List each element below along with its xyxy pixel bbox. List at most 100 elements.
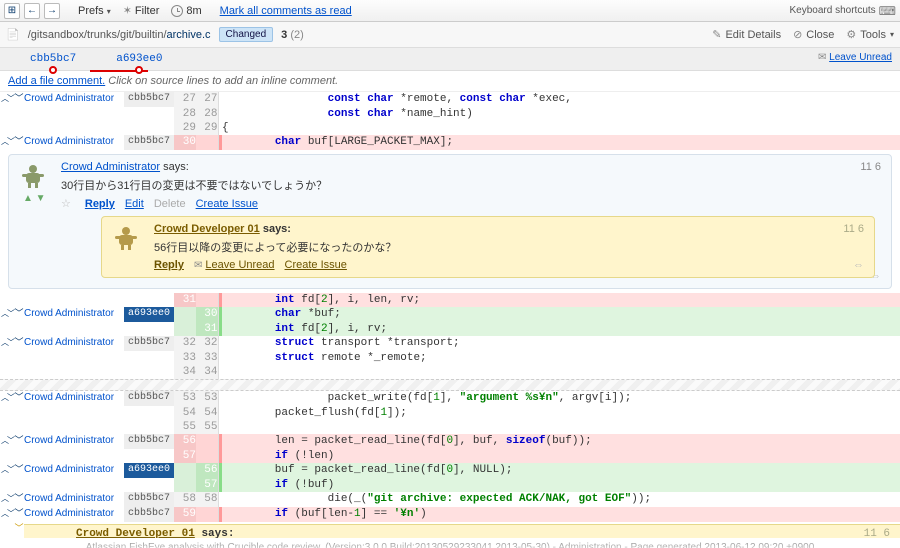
chevron-single-icon[interactable]: ﹀ — [14, 465, 23, 475]
code-row-deleted[interactable]: ︿﹀ ﹀ Crowd Administrator cbb5bc7 56 len … — [0, 434, 900, 449]
chevrons-icon[interactable]: ︿﹀ — [1, 495, 13, 504]
comment-line-ref: 11 6 — [860, 161, 881, 173]
comment-author-link[interactable]: Crowd Developer 01 — [76, 528, 195, 538]
code-row-added[interactable]: 31 int fd[2], i, rv; — [0, 322, 900, 336]
keyboard-icon — [879, 4, 896, 18]
code-row[interactable]: ︿﹀ ﹀ Crowd Administrator cbb5bc7 5353 pa… — [0, 391, 900, 406]
comment-author-link[interactable]: Crowd Developer 01 — [154, 223, 260, 235]
code-row[interactable]: ︿﹀ ﹀ Crowd Administrator cbb5bc7 3232 st… — [0, 336, 900, 351]
rev-badge: cbb5bc7 — [124, 135, 174, 150]
author-link[interactable]: Crowd Administrator — [24, 392, 114, 403]
collapsed-section[interactable] — [0, 379, 900, 391]
revision-right[interactable]: a693ee0 — [116, 53, 162, 65]
chevrons-icon[interactable]: ︿﹀ — [1, 339, 13, 348]
filter-menu[interactable]: Filter — [119, 4, 164, 17]
avatar-admin — [19, 161, 47, 189]
gear-icon — [846, 28, 856, 41]
next-button[interactable]: → — [44, 3, 60, 19]
code-row-deleted[interactable]: ︿﹀ ﹀ Crowd Administrator cbb5bc7 59 if (… — [0, 507, 900, 522]
chevrons-icon[interactable]: ︿﹀ — [1, 437, 13, 446]
clock-icon — [171, 5, 183, 17]
edit-link[interactable]: Edit — [125, 198, 144, 210]
close-link[interactable]: Close — [793, 28, 834, 41]
toolbar: ⊞ ← → Prefs Filter 8m Mark all comments … — [0, 0, 900, 22]
code-row[interactable]: ︿﹀ ﹀ Crowd Administrator cbb5bc7 27 27 c… — [0, 92, 900, 107]
file-path[interactable]: /gitsandbox/trunks/git/builtin/archive.c — [28, 29, 211, 41]
author-link[interactable]: Crowd Administrator — [24, 136, 114, 147]
code-row-deleted[interactable]: ︿﹀ ﹀ Crowd Administrator cbb5bc7 30 char… — [0, 135, 900, 150]
add-comment-prompt: Add a file comment. Click on source line… — [0, 71, 900, 92]
permalink-icon[interactable] — [853, 259, 864, 271]
reply-link[interactable]: Reply — [85, 198, 115, 210]
add-file-comment-link[interactable]: Add a file comment. — [8, 75, 105, 87]
comment-reply-block: 11 6 Crowd Developer 01 says: 56行目以降の変更に… — [101, 216, 875, 278]
pathbar: /gitsandbox/trunks/git/builtin/archive.c… — [0, 22, 900, 48]
tools-menu[interactable]: Tools ▾ — [846, 28, 894, 41]
code-row[interactable]: 5555 — [0, 420, 900, 434]
chevron-single-icon[interactable]: ﹀ — [14, 393, 23, 403]
chevron-single-icon[interactable]: ﹀ — [14, 137, 23, 147]
author-link[interactable]: Crowd Administrator — [24, 435, 114, 446]
rev-badge: a693ee0 — [124, 307, 174, 322]
chevron-single-icon[interactable]: ﹀ — [14, 338, 23, 348]
code-row-added[interactable]: ︿﹀ ﹀ Crowd Administrator a693ee0 30 char… — [0, 307, 900, 322]
code-row[interactable]: 2929 { — [0, 121, 900, 135]
chevron-single-icon[interactable]: ﹀ — [14, 436, 23, 446]
envelope-icon — [194, 259, 202, 271]
filter-icon — [123, 4, 132, 17]
create-issue-link[interactable]: Create Issue — [196, 198, 258, 210]
code-row-added[interactable]: 57 if (!buf) — [0, 478, 900, 492]
chevrons-icon[interactable]: ︿﹀ — [1, 510, 13, 519]
code-row-added[interactable]: ︿﹀ ﹀ Crowd Administrator a693ee0 56 buf … — [0, 463, 900, 478]
leave-unread-link[interactable]: Leave Unread — [194, 259, 275, 271]
chevrons-icon[interactable]: ︿﹀ — [1, 394, 13, 403]
chevrons-icon[interactable]: ︿﹀ — [1, 95, 13, 104]
create-issue-link[interactable]: Create Issue — [285, 259, 347, 271]
code-row[interactable]: 3434 — [0, 365, 900, 379]
code-row[interactable]: 2828 const char *name_hint) — [0, 107, 900, 121]
prev-button[interactable]: ← — [24, 3, 40, 19]
comment-line-ref: 11 6 — [843, 223, 864, 235]
chevrons-icon[interactable]: ︿﹀ — [1, 466, 13, 475]
chevron-single-icon[interactable]: ﹀ — [14, 494, 23, 504]
expand-all-button[interactable]: ⊞ — [4, 3, 20, 19]
reply-link[interactable]: Reply — [154, 259, 184, 271]
chevrons-icon[interactable]: ︿﹀ — [1, 138, 13, 147]
comment-author-link[interactable]: Crowd Administrator — [61, 161, 160, 173]
code-row[interactable]: ︿﹀ ﹀ Crowd Administrator cbb5bc7 5858 di… — [0, 492, 900, 507]
revision-left[interactable]: cbb5bc7 — [30, 53, 76, 65]
time-indicator: 8m — [167, 5, 205, 17]
vote-arrows[interactable]: ▲ ▼ — [23, 193, 46, 204]
chevrons-icon[interactable]: ︿﹀ — [1, 310, 13, 319]
rev-badge: a693ee0 — [124, 463, 174, 478]
mark-all-read-link[interactable]: Mark all comments as read — [220, 5, 352, 17]
code-diff-table: ︿﹀ ﹀ Crowd Administrator cbb5bc7 27 27 c… — [0, 92, 900, 150]
rev-badge: cbb5bc7 — [124, 507, 174, 522]
author-link[interactable]: Crowd Administrator — [24, 493, 114, 504]
code-row[interactable]: 3333 struct remote *_remote; — [0, 351, 900, 365]
revision-strip: cbb5bc7 a693ee0 — [0, 48, 810, 70]
code-cell: const char *remote, const char *exec, — [222, 92, 900, 107]
rev-badge: cbb5bc7 — [124, 391, 174, 406]
leave-unread-link[interactable]: Leave Unread — [810, 48, 900, 67]
code-row-deleted[interactable]: 57 if (!len) — [0, 449, 900, 463]
author-link[interactable]: Crowd Administrator — [24, 93, 114, 104]
chevron-single-icon[interactable]: ﹀ — [14, 309, 23, 319]
code-row-deleted[interactable]: 31 int fd[2], i, len, rv; — [0, 293, 900, 307]
keyboard-shortcuts-link[interactable]: Keyboard shortcuts — [790, 4, 897, 18]
comment-block-truncated: Crowd Developer 01 says: 11 6 — [24, 524, 900, 538]
author-link[interactable]: Crowd Administrator — [24, 337, 114, 348]
author-link[interactable]: Crowd Administrator — [24, 464, 114, 475]
chevron-single-icon[interactable]: ﹀ — [14, 94, 23, 104]
author-link[interactable]: Crowd Administrator — [24, 308, 114, 319]
star-icon[interactable] — [61, 197, 75, 210]
rev-badge: cbb5bc7 — [124, 492, 174, 507]
footer-text: Atlassian FishEye analysis with Crucible… — [0, 538, 900, 548]
caret-down-icon — [107, 5, 111, 17]
code-row[interactable]: 5454 packet_flush(fd[1]); — [0, 406, 900, 420]
chevron-single-icon[interactable]: ﹀ — [14, 509, 23, 519]
rev-badge: cbb5bc7 — [124, 336, 174, 351]
prefs-menu[interactable]: Prefs — [74, 5, 115, 17]
author-link[interactable]: Crowd Administrator — [24, 508, 114, 519]
edit-details-link[interactable]: Edit Details — [712, 28, 781, 41]
